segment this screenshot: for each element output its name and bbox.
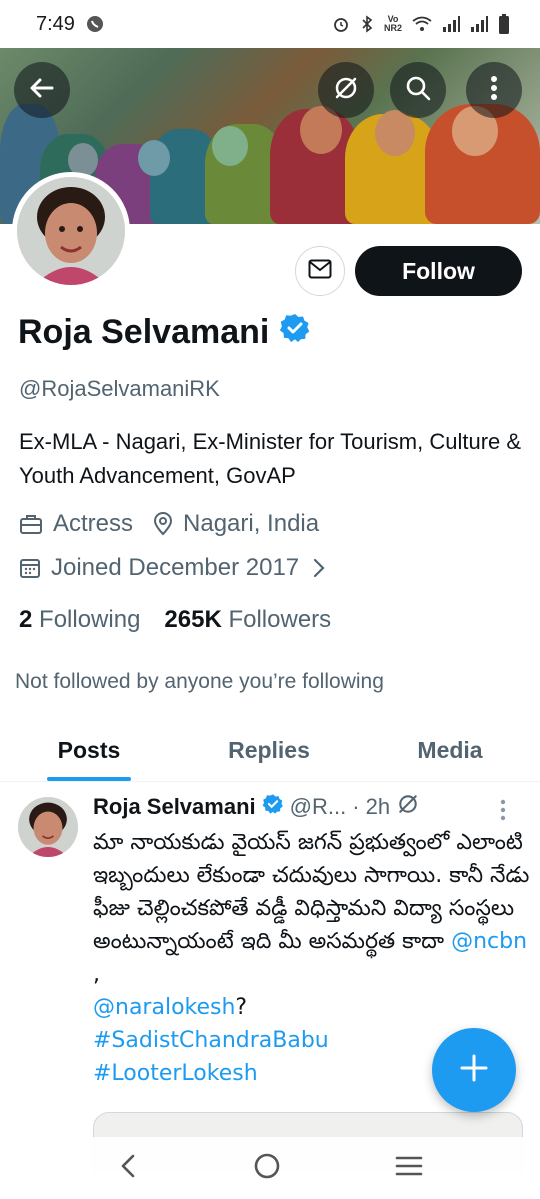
hashtag-link[interactable]: #LooterLokesh xyxy=(93,1061,258,1086)
whatsapp-icon xyxy=(85,14,105,34)
following-count: 2 xyxy=(19,606,33,633)
compose-button[interactable] xyxy=(432,1028,516,1112)
mail-icon xyxy=(308,259,332,284)
status-time: 7:49 xyxy=(36,12,75,35)
post-separator: , xyxy=(93,962,100,987)
grok-icon xyxy=(332,74,360,107)
mention-link[interactable]: @naralokesh xyxy=(93,995,235,1020)
tab-label: Media xyxy=(417,737,483,763)
post-author-avatar[interactable] xyxy=(18,797,78,857)
followers-label: Followers xyxy=(228,606,332,633)
back-button[interactable] xyxy=(14,62,70,118)
follow-button[interactable]: Follow xyxy=(355,246,522,296)
not-followed-text: Not followed by anyone you’re following xyxy=(15,670,384,693)
alarm-icon xyxy=(332,15,350,33)
more-vertical-icon xyxy=(490,74,498,107)
post-question-mark: ? xyxy=(235,995,248,1020)
nav-recents-icon[interactable] xyxy=(395,1155,423,1182)
signal-icon xyxy=(442,16,460,32)
post-author-handle: @R... xyxy=(289,794,347,819)
battery-icon xyxy=(498,14,510,34)
briefcase-icon xyxy=(19,513,43,535)
calendar-icon xyxy=(19,557,41,579)
message-button[interactable] xyxy=(295,246,345,296)
search-icon xyxy=(404,74,432,107)
joined-row[interactable]: Joined December 2017 xyxy=(19,554,335,582)
tab-replies[interactable]: Replies xyxy=(178,720,360,781)
location-pin-icon xyxy=(153,512,173,536)
status-right: Vo NR2 xyxy=(332,14,510,34)
status-bar: 7:49 Vo NR2 xyxy=(0,0,540,48)
post-avatar-photo xyxy=(18,797,78,857)
system-nav-bar xyxy=(0,1137,540,1199)
profile-avatar[interactable] xyxy=(12,172,130,290)
wifi-icon xyxy=(412,16,432,32)
tab-label: Posts xyxy=(57,737,121,763)
followers-link[interactable]: 265K Followers xyxy=(164,606,331,634)
plus-icon xyxy=(459,1053,489,1088)
volte-bottom: NR2 xyxy=(383,23,402,33)
followers-count: 265K xyxy=(164,606,222,633)
location-text: Nagari, India xyxy=(183,510,320,537)
tab-posts[interactable]: Posts xyxy=(0,720,178,781)
post-author-name[interactable]: Roja Selvamani xyxy=(93,794,256,820)
tab-label: Replies xyxy=(228,737,310,763)
avatar-photo xyxy=(17,177,125,285)
profile-meta-row: Actress Nagari, India xyxy=(19,510,319,538)
banner-head xyxy=(375,110,415,156)
chevron-right-icon xyxy=(313,558,325,578)
profile-bio: Ex-MLA - Nagari, Ex-Minister for Tourism… xyxy=(19,429,522,488)
mention-link[interactable]: @ncbn xyxy=(451,929,527,954)
verified-badge-icon xyxy=(279,312,311,353)
joined-text: Joined December 2017 xyxy=(51,554,300,581)
search-button[interactable] xyxy=(390,62,446,118)
grok-button[interactable] xyxy=(318,62,374,118)
nav-back-icon[interactable] xyxy=(117,1153,139,1184)
volte-icon: Vo NR2 xyxy=(384,15,402,33)
hashtag-link[interactable]: #SadistChandraBabu xyxy=(93,1028,329,1053)
post-verified-badge-icon xyxy=(262,793,284,821)
tab-active-indicator xyxy=(47,777,131,781)
more-button[interactable] xyxy=(466,62,522,118)
following-label: Following xyxy=(39,606,141,633)
bluetooth-icon xyxy=(360,15,374,33)
display-name-text: Roja Selvamani xyxy=(18,313,270,351)
banner-head xyxy=(138,140,170,176)
post-grok-icon[interactable] xyxy=(396,792,420,822)
profile-handle: @RojaSelvamaniRK xyxy=(19,376,220,401)
post-more-button[interactable] xyxy=(500,798,506,827)
back-arrow-icon xyxy=(28,74,56,107)
status-left: 7:49 xyxy=(36,13,105,36)
post-header: Roja Selvamani @R... · 2h xyxy=(93,792,420,822)
signal-icon xyxy=(470,16,488,32)
profession-text: Actress xyxy=(53,510,134,537)
nav-home-icon[interactable] xyxy=(253,1152,281,1185)
profile-display-name: Roja Selvamani xyxy=(18,312,311,353)
more-vertical-icon xyxy=(500,799,506,826)
banner-head xyxy=(212,126,248,166)
follow-stats: 2 Following 265K Followers xyxy=(19,606,331,634)
post-time: · 2h xyxy=(352,794,391,819)
following-link[interactable]: 2 Following xyxy=(19,606,140,634)
profile-tabs: Posts Replies Media xyxy=(0,720,540,782)
tab-media[interactable]: Media xyxy=(360,720,540,781)
